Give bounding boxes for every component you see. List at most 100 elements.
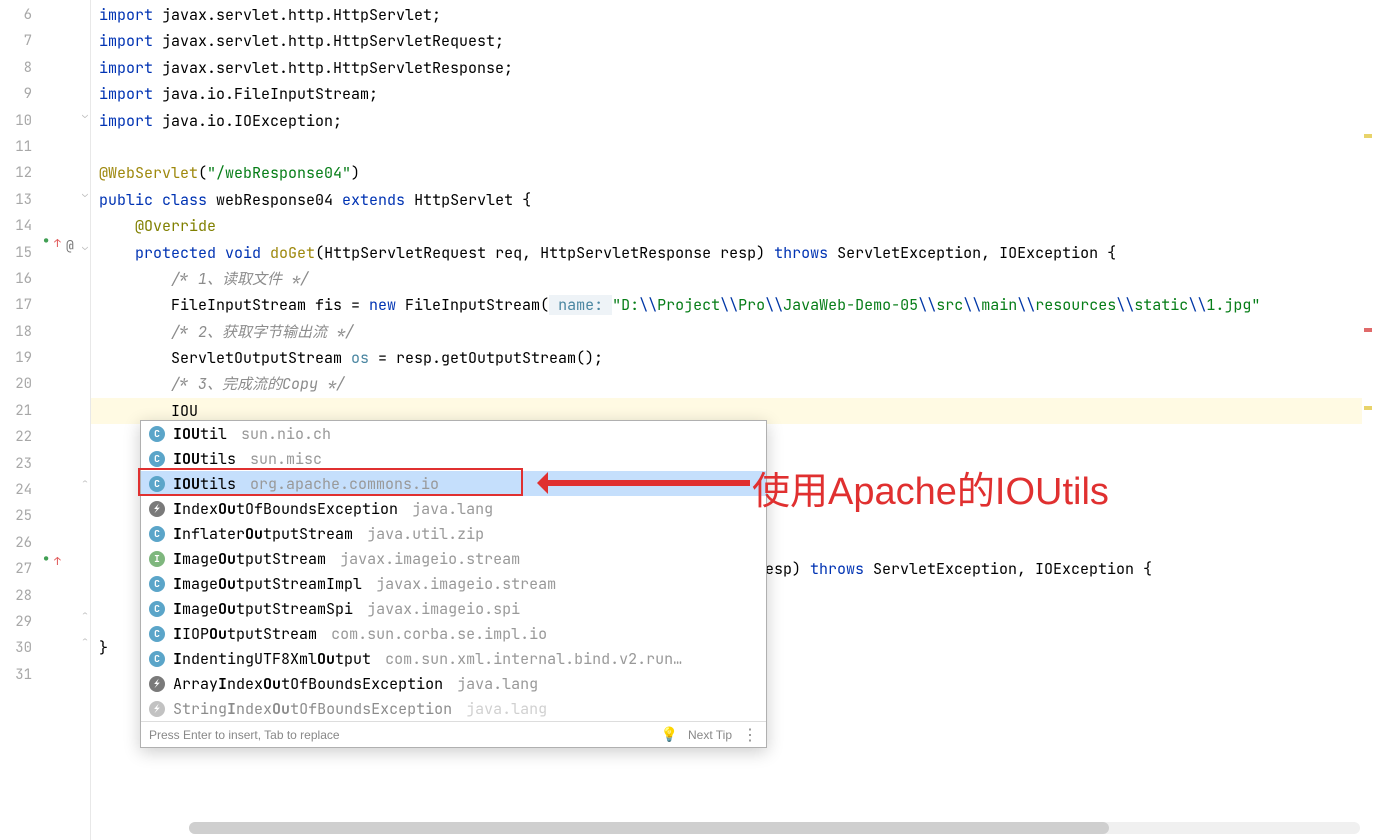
line-number: 10 — [0, 108, 32, 134]
completion-name: ArrayIndexOutOfBoundsException — [173, 674, 443, 694]
line-number-gutter: 6789101112131415161718192021222324252627… — [0, 0, 40, 840]
line-number: 11 — [0, 134, 32, 160]
completion-package: java.lang — [457, 674, 538, 694]
fold-toggle[interactable]: ⌄ — [82, 240, 88, 253]
line-number: 22 — [0, 424, 32, 450]
exception-class-icon: ⚡ — [149, 676, 165, 692]
fold-toggle[interactable]: ⌃ — [82, 608, 88, 621]
line-number: 31 — [0, 662, 32, 688]
line-number: 24 — [0, 477, 32, 503]
completion-item[interactable]: C IOUtils org.apache.commons.io — [141, 471, 766, 496]
line-number: 30 — [0, 635, 32, 661]
completion-name: IOUtil — [173, 424, 227, 444]
line-number: 21 — [0, 398, 32, 424]
completion-name: IOUtils — [173, 449, 236, 469]
completion-package: javax.imageio.spi — [367, 599, 520, 619]
completion-name: IndexOutOfBoundsException — [173, 499, 398, 519]
completion-item[interactable]: ⚡ ArrayIndexOutOfBoundsException java.lang — [141, 671, 766, 696]
completion-package: javax.imageio.stream — [340, 549, 520, 569]
line-number: 7 — [0, 28, 32, 54]
line-number: 8 — [0, 55, 32, 81]
completion-package: java.lang — [466, 699, 547, 719]
exception-class-icon: ⚡ — [149, 501, 165, 517]
line-number: 29 — [0, 609, 32, 635]
footer-hint: Press Enter to insert, Tab to replace — [149, 728, 340, 742]
completion-name: IOUtils — [173, 474, 236, 494]
line-number: 19 — [0, 345, 32, 371]
line-number: 20 — [0, 371, 32, 397]
fold-toggle[interactable]: ⌃ — [82, 634, 88, 647]
gutter-markers: ●↑@ ●↑ ⌄ ⌄ ⌄ ⌃ ⌃ ⌃ — [40, 0, 90, 840]
completion-name: ImageOutputStreamImpl — [173, 574, 362, 594]
line-number: 6 — [0, 2, 32, 28]
completion-name: IIOPOutputStream — [173, 624, 317, 644]
line-number: 28 — [0, 583, 32, 609]
completion-name: ImageOutputStream — [173, 549, 326, 569]
completion-package: sun.nio.ch — [241, 424, 331, 444]
line-number: 17 — [0, 292, 32, 318]
completion-item[interactable]: C IOUtils sun.misc — [141, 446, 766, 471]
completion-package: com.sun.corba.se.impl.io — [331, 624, 547, 644]
class-icon: C — [149, 651, 165, 667]
import-keyword: import — [99, 5, 153, 25]
code-completion-popup[interactable]: C IOUtil sun.nio.ch C IOUtils sun.misc C IOUtil… — [140, 420, 767, 748]
completion-item[interactable]: ⚡ StringIndexOutOfBoundsException java.lan… — [141, 696, 766, 721]
exception-class-icon: ⚡ — [149, 701, 165, 717]
typed-text: IOU — [171, 401, 198, 421]
completion-name: IndentingUTF8XmlOutput — [173, 649, 371, 669]
fold-toggle[interactable]: ⌄ — [82, 187, 88, 200]
class-icon: C — [149, 601, 165, 617]
completion-name: ImageOutputStreamSpi — [173, 599, 353, 619]
completion-item[interactable]: ⚡ IndexOutOfBoundsException java.lang — [141, 496, 766, 521]
class-icon: C — [149, 576, 165, 592]
next-tip-link[interactable]: Next Tip — [688, 728, 732, 742]
completion-item[interactable]: C ImageOutputStreamImpl javax.imageio.stre… — [141, 571, 766, 596]
class-icon: I — [149, 551, 165, 567]
line-number: 25 — [0, 503, 32, 529]
completion-item[interactable]: I ImageOutputStream javax.imageio.stream — [141, 546, 766, 571]
intention-bulb-icon[interactable]: 💡 — [661, 726, 678, 743]
completion-package: sun.misc — [250, 449, 322, 469]
completion-item[interactable]: C ImageOutputStreamSpi javax.imageio.spi — [141, 596, 766, 621]
completion-package: java.util.zip — [367, 524, 484, 544]
more-options-icon[interactable]: ⋮ — [742, 725, 758, 745]
error-stripe[interactable] — [1362, 0, 1374, 840]
class-icon: C — [149, 626, 165, 642]
line-number: 9 — [0, 81, 32, 107]
fold-toggle[interactable]: ⌄ — [82, 108, 88, 121]
horizontal-scrollbar[interactable] — [189, 822, 1360, 834]
override-annotation: @Override — [135, 216, 216, 236]
completion-package: javax.imageio.stream — [376, 574, 556, 594]
completion-name: InflaterOutputStream — [173, 524, 353, 544]
class-icon: C — [149, 451, 165, 467]
class-icon: C — [149, 526, 165, 542]
class-icon: C — [149, 476, 165, 492]
completion-package: com.sun.xml.internal.bind.v2.run… — [385, 649, 682, 669]
param-hint: name: — [549, 295, 612, 315]
line-number: 12 — [0, 160, 32, 186]
completion-item[interactable]: C IOUtil sun.nio.ch — [141, 421, 766, 446]
comment: /* 1、读取文件 */ — [171, 269, 309, 289]
popup-footer: Press Enter to insert, Tab to replace 💡 … — [141, 721, 766, 747]
completion-package: org.apache.commons.io — [250, 474, 439, 494]
fold-toggle[interactable]: ⌃ — [82, 476, 88, 489]
line-number: 13 — [0, 187, 32, 213]
completion-item[interactable]: C IndentingUTF8XmlOutput com.sun.xml.inter… — [141, 646, 766, 671]
line-number: 27 — [0, 556, 32, 582]
completion-item[interactable]: C IIOPOutputStream com.sun.corba.se.impl.i… — [141, 621, 766, 646]
line-number: 23 — [0, 451, 32, 477]
line-number: 14 — [0, 213, 32, 239]
import-stmt: javax.servlet.http.HttpServlet; — [153, 5, 441, 25]
line-number: 16 — [0, 266, 32, 292]
webservlet-annotation: @WebServlet — [99, 163, 198, 183]
completion-item[interactable]: C InflaterOutputStream java.util.zip — [141, 521, 766, 546]
line-number: 15 — [0, 240, 32, 266]
class-icon: C — [149, 426, 165, 442]
completion-list[interactable]: C IOUtil sun.nio.ch C IOUtils sun.misc C IOUtil… — [141, 421, 766, 721]
completion-package: java.lang — [412, 499, 493, 519]
scrollbar-thumb[interactable] — [189, 822, 1109, 834]
line-number: 26 — [0, 530, 32, 556]
string-literal: "D:\\Project\\Pro\\JavaWeb-Demo-05\\src\… — [612, 295, 1260, 315]
line-number: 18 — [0, 319, 32, 345]
completion-name: StringIndexOutOfBoundsException — [173, 699, 452, 719]
